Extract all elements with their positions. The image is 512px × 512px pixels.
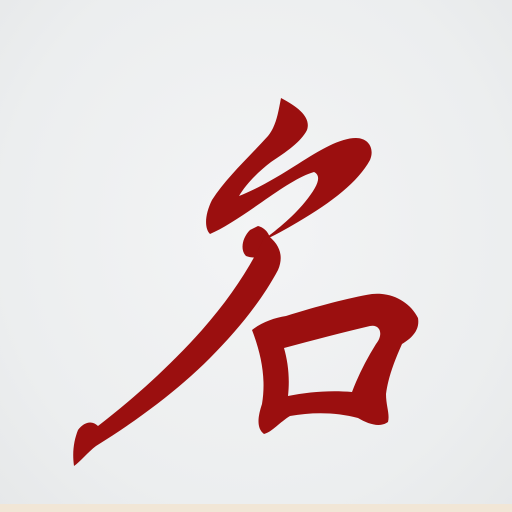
calligraphy-character-ming: 名 [73, 98, 419, 466]
bottom-edge-strip [0, 504, 512, 512]
stroke-kou [252, 293, 419, 434]
stroke-upper-pie [206, 98, 372, 241]
calligraphy-canvas: 名 [0, 0, 512, 512]
stroke-long-pie [73, 234, 281, 466]
